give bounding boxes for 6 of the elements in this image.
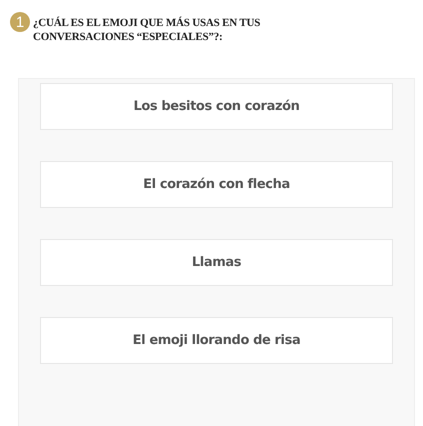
question-number: 1 — [10, 12, 30, 32]
answer-button[interactable]: El emoji llorando de risa — [40, 317, 393, 364]
answer-button[interactable]: Llamas — [40, 239, 393, 286]
answer-button[interactable]: El corazón con flecha — [40, 161, 393, 208]
answer-button[interactable]: Los besitos con corazón — [40, 83, 393, 130]
question-text: ¿CUÁL ES EL EMOJI QUE MÁS USAS EN TUS CONVERSACIONES “ESPECIALES”?: — [33, 16, 262, 44]
